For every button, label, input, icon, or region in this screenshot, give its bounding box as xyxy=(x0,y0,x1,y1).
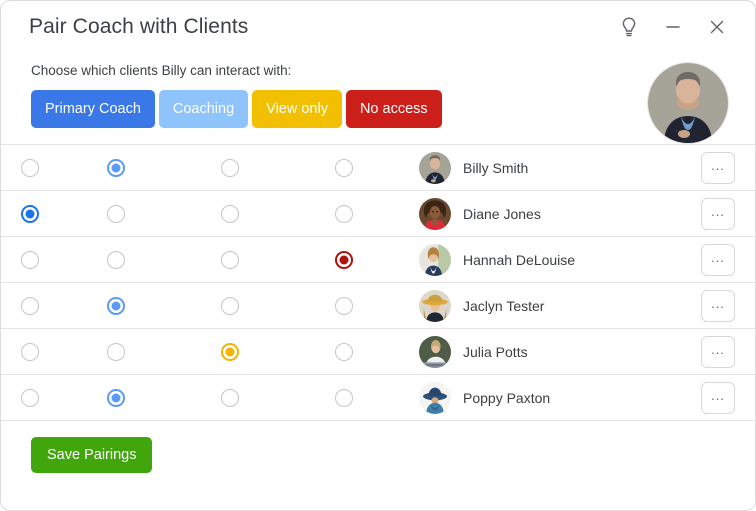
radio-cell-view xyxy=(173,204,287,223)
client-cell: Hannah DeLouise xyxy=(419,243,701,276)
radio-cell-view xyxy=(173,388,287,407)
radio-coaching[interactable] xyxy=(107,342,125,361)
instruction-text: Choose which clients Billy can interact … xyxy=(31,63,292,78)
radio-cell-none xyxy=(287,204,401,223)
avatar xyxy=(419,197,451,230)
radio-coaching[interactable] xyxy=(107,158,125,177)
pair-coach-dialog: Pair Coach with Clients Choose which cli… xyxy=(0,0,756,511)
radio-none[interactable] xyxy=(335,296,353,315)
radio-cell-primary xyxy=(1,388,59,407)
radio-cell-view xyxy=(173,342,287,361)
header-section: Choose which clients Billy can interact … xyxy=(1,53,755,144)
radio-cell-coaching xyxy=(59,250,173,269)
footer: Save Pairings xyxy=(1,421,755,473)
legend-row: Primary Coach Coaching View only No acce… xyxy=(31,90,727,128)
radio-cell-none xyxy=(287,342,401,361)
radio-cell-none xyxy=(287,158,401,177)
radio-cell-none xyxy=(287,250,401,269)
table-row: Jaclyn Tester... xyxy=(1,283,755,329)
legend-coaching[interactable]: Coaching xyxy=(158,90,249,128)
table-row: Julia Potts... xyxy=(1,329,755,375)
radio-primary[interactable] xyxy=(21,158,39,177)
titlebar-actions xyxy=(617,15,737,39)
radio-view[interactable] xyxy=(221,250,239,269)
row-more-button[interactable]: ... xyxy=(701,151,735,184)
client-name: Jaclyn Tester xyxy=(463,297,545,314)
table-row: Hannah DeLouise... xyxy=(1,237,755,283)
radio-primary[interactable] xyxy=(21,204,39,223)
page-title: Pair Coach with Clients xyxy=(29,15,249,38)
radio-cell-primary xyxy=(1,296,59,315)
radio-coaching[interactable] xyxy=(107,296,125,315)
radio-cell-primary xyxy=(1,158,59,177)
radio-none[interactable] xyxy=(335,342,353,361)
radio-cell-coaching xyxy=(59,204,173,223)
table-row: Billy Smith... xyxy=(1,145,755,191)
legend-primary-coach[interactable]: Primary Coach xyxy=(31,90,155,128)
radio-cell-coaching xyxy=(59,388,173,407)
close-icon[interactable] xyxy=(705,15,729,39)
client-name: Poppy Paxton xyxy=(463,389,551,406)
client-cell: Poppy Paxton xyxy=(419,381,701,414)
client-name: Billy Smith xyxy=(463,159,529,176)
radio-coaching[interactable] xyxy=(107,250,125,269)
table-row: Poppy Paxton... xyxy=(1,375,755,421)
radio-cell-coaching xyxy=(59,342,173,361)
radio-primary[interactable] xyxy=(21,250,39,269)
radio-primary[interactable] xyxy=(21,296,39,315)
client-cell: Jaclyn Tester xyxy=(419,289,701,322)
radio-view[interactable] xyxy=(221,342,239,361)
legend-view-only[interactable]: View only xyxy=(252,90,342,128)
radio-cell-coaching xyxy=(59,296,173,315)
table-row: Diane Jones... xyxy=(1,191,755,237)
row-more-button[interactable]: ... xyxy=(701,381,735,414)
radio-none[interactable] xyxy=(335,250,353,269)
row-more-button[interactable]: ... xyxy=(701,197,735,230)
avatar xyxy=(419,289,451,322)
radio-view[interactable] xyxy=(221,388,239,407)
radio-primary[interactable] xyxy=(21,388,39,407)
avatar xyxy=(419,381,451,414)
radio-coaching[interactable] xyxy=(107,204,125,223)
radio-view[interactable] xyxy=(221,158,239,177)
radio-cell-view xyxy=(173,250,287,269)
radio-cell-none xyxy=(287,296,401,315)
avatar xyxy=(419,243,451,276)
radio-cell-none xyxy=(287,388,401,407)
minimize-icon[interactable] xyxy=(661,15,685,39)
save-pairings-button[interactable]: Save Pairings xyxy=(31,437,153,473)
radio-none[interactable] xyxy=(335,158,353,177)
radio-coaching[interactable] xyxy=(107,388,125,407)
radio-view[interactable] xyxy=(221,296,239,315)
radio-none[interactable] xyxy=(335,204,353,223)
lightbulb-icon[interactable] xyxy=(617,15,641,39)
row-more-button[interactable]: ... xyxy=(701,289,735,322)
client-cell: Julia Potts xyxy=(419,335,701,368)
radio-cell-coaching xyxy=(59,158,173,177)
radio-none[interactable] xyxy=(335,388,353,407)
client-cell: Diane Jones xyxy=(419,197,701,230)
client-name: Julia Potts xyxy=(463,343,528,360)
radio-cell-view xyxy=(173,158,287,177)
avatar xyxy=(419,335,451,368)
radio-primary[interactable] xyxy=(21,342,39,361)
client-cell: Billy Smith xyxy=(419,151,701,184)
radio-cell-view xyxy=(173,296,287,315)
radio-view[interactable] xyxy=(221,204,239,223)
row-more-button[interactable]: ... xyxy=(701,243,735,276)
coach-avatar xyxy=(647,62,729,144)
radio-cell-primary xyxy=(1,204,59,223)
client-name: Diane Jones xyxy=(463,205,541,222)
radio-cell-primary xyxy=(1,250,59,269)
row-more-button[interactable]: ... xyxy=(701,335,735,368)
radio-cell-primary xyxy=(1,342,59,361)
client-permissions-table: Billy Smith... Diane Jones... Hannah DeL… xyxy=(1,144,755,421)
avatar xyxy=(419,151,451,184)
legend-no-access[interactable]: No access xyxy=(345,90,442,128)
titlebar: Pair Coach with Clients xyxy=(1,1,755,53)
client-name: Hannah DeLouise xyxy=(463,251,576,268)
